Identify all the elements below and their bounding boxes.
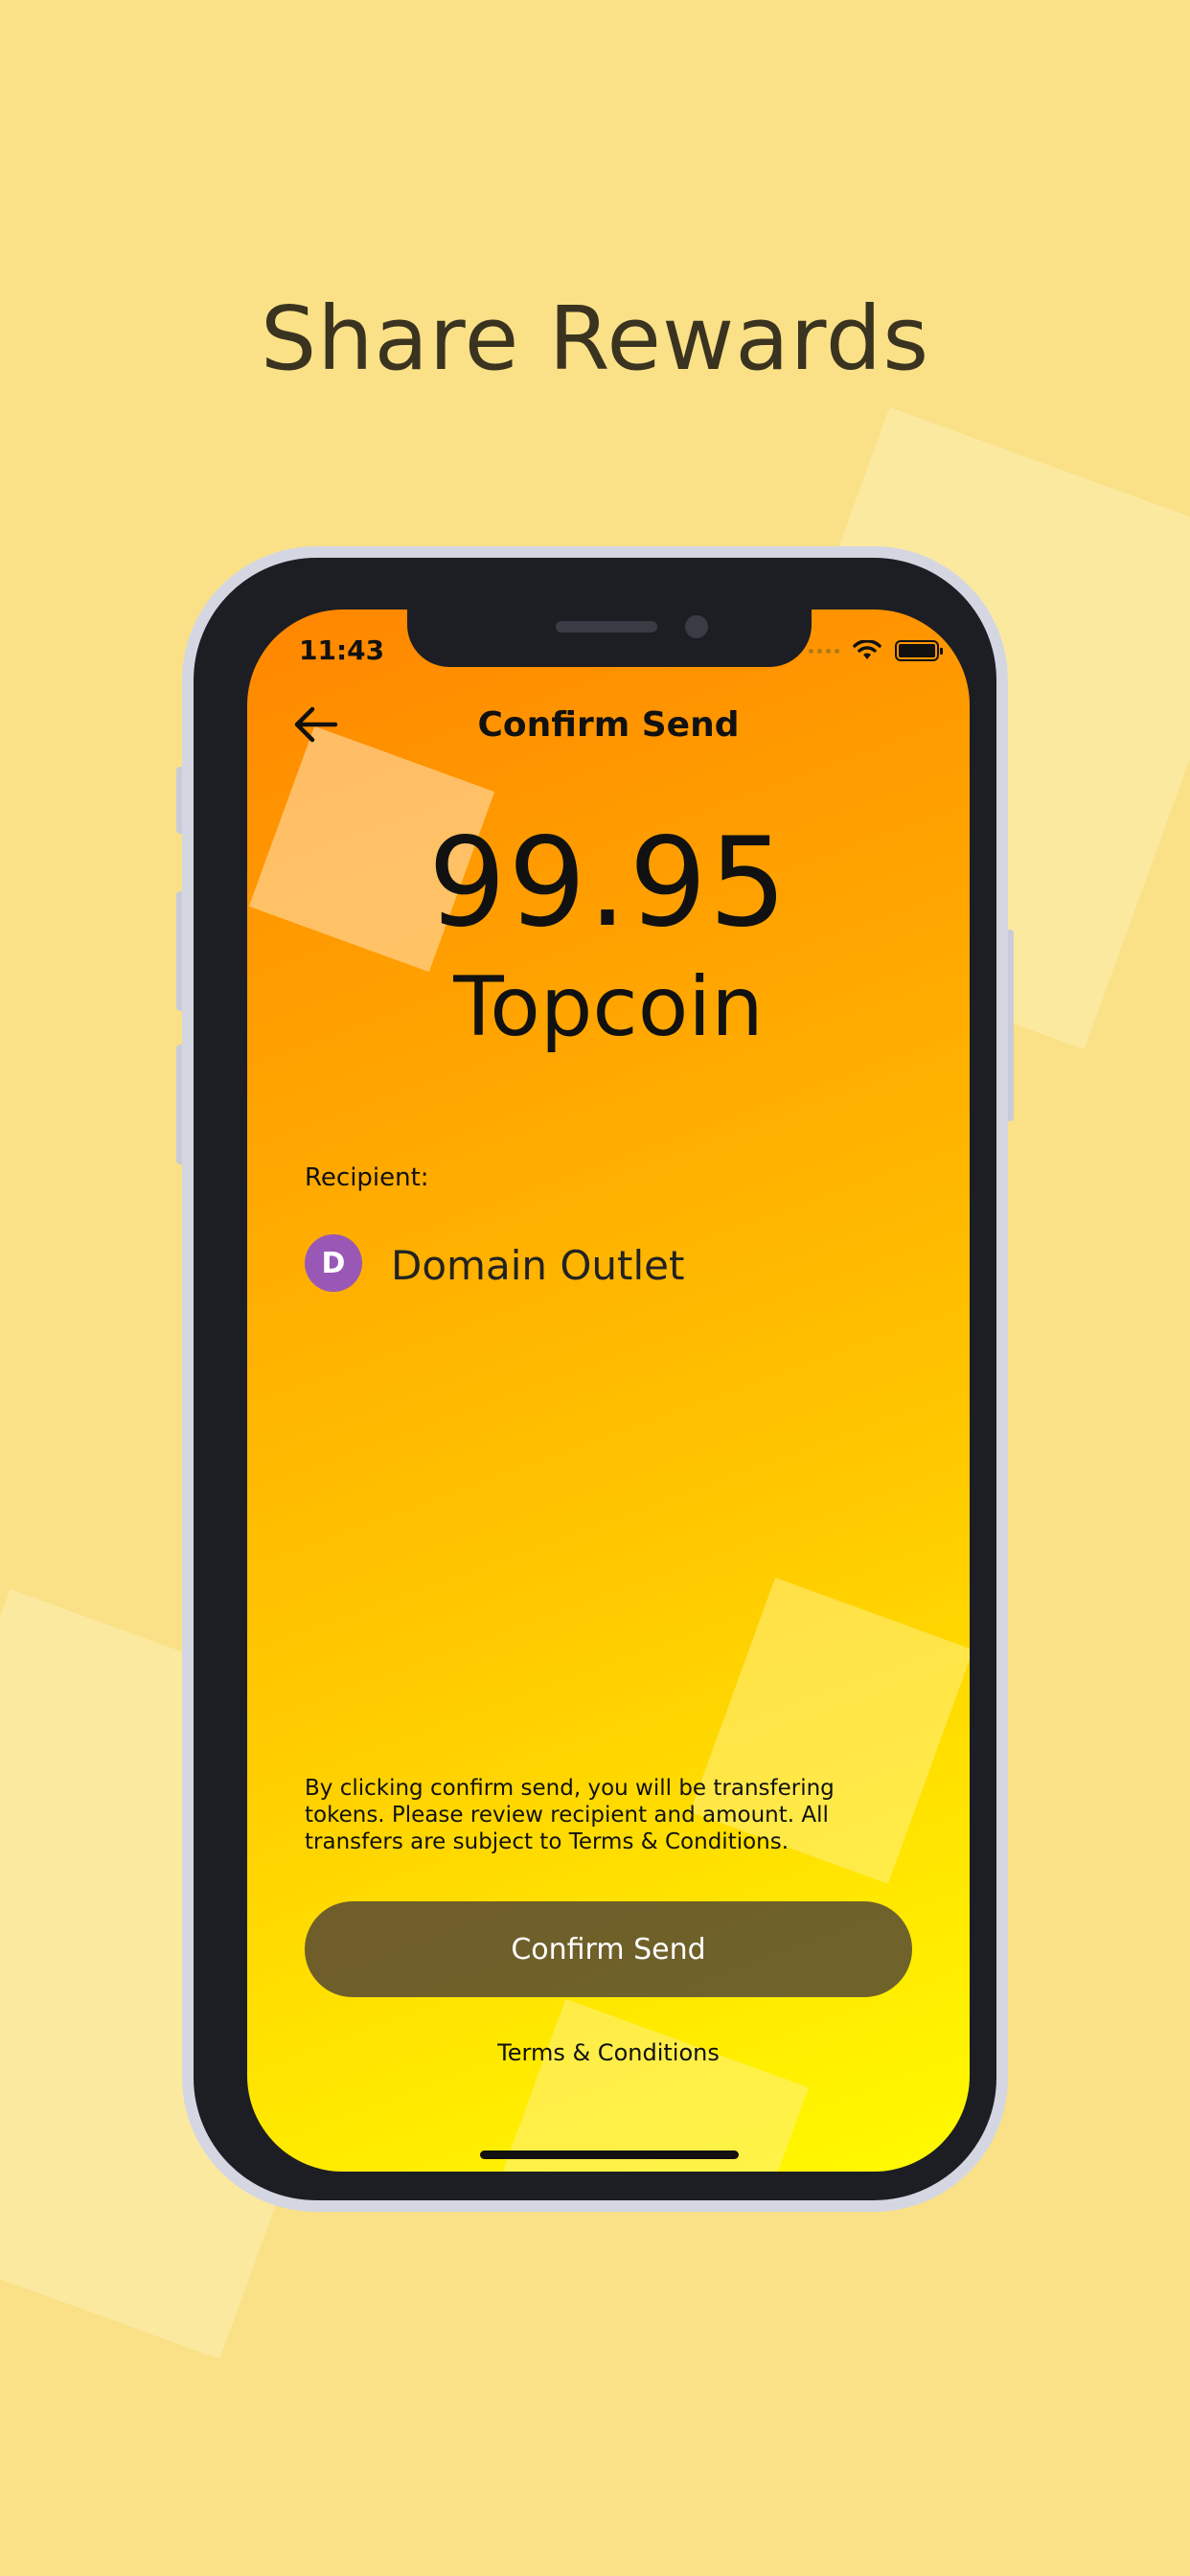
phone-frame: 11:43 Confirm Send 99.95 Topcoin Recipie…: [194, 558, 996, 2200]
terms-link[interactable]: Terms & Conditions: [247, 2039, 970, 2066]
status-indicators: [809, 640, 943, 661]
page-title: Confirm Send: [477, 705, 740, 745]
speaker-grille: [556, 621, 657, 632]
avatar: D: [305, 1234, 362, 1292]
currency-label: Topcoin: [453, 959, 764, 1055]
phone-notch: [407, 610, 812, 667]
disclaimer-text: By clicking confirm send, you will be tr…: [305, 1776, 835, 1854]
status-time: 11:43: [299, 634, 385, 666]
front-camera: [685, 615, 708, 638]
amount-value: 99.95: [427, 812, 790, 954]
phone-mockup: 11:43 Confirm Send 99.95 Topcoin Recipie…: [182, 546, 1008, 2212]
recipient-label: Recipient:: [305, 1163, 429, 1192]
recipient-name: Domain Outlet: [391, 1242, 685, 1289]
wifi-icon: [853, 640, 881, 659]
promo-headline: Share Rewards: [260, 288, 930, 390]
decorative-shape: [499, 1998, 810, 2172]
home-indicator[interactable]: [480, 2150, 739, 2159]
battery-icon: [895, 640, 943, 661]
confirm-send-button[interactable]: Confirm Send: [305, 1901, 912, 1997]
cellular-signal-icon: [809, 648, 839, 654]
app-screen: 11:43 Confirm Send 99.95 Topcoin Recipie…: [247, 610, 970, 2172]
